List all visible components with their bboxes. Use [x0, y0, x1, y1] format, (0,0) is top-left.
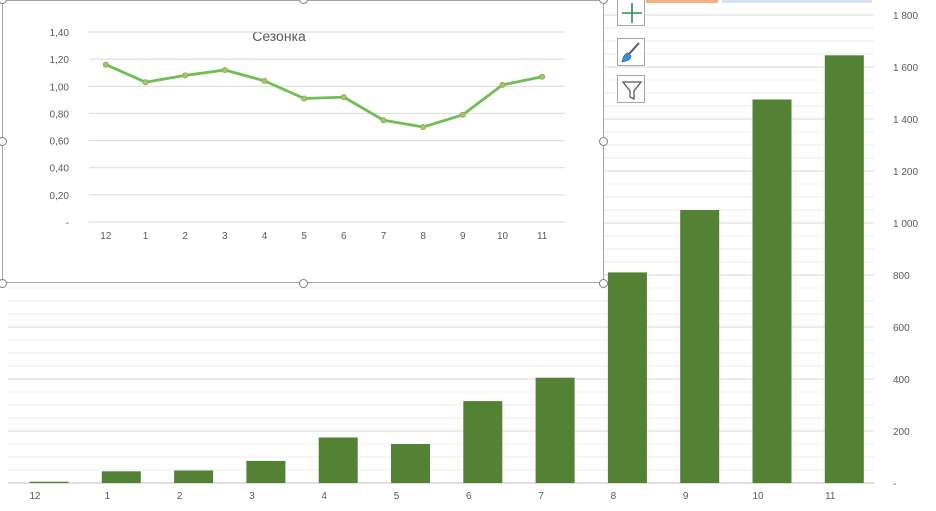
y-tick-label: 1 400 [893, 115, 918, 126]
x-tick-label: 3 [222, 231, 228, 242]
seasonality-line-chart: Сезонка-0,200,400,600,801,001,201,4012 1 2… [50, 28, 565, 242]
resize-handle-middle-right[interactable] [599, 137, 608, 146]
data-point [182, 72, 189, 79]
y-tick-label: 0,40 [50, 164, 70, 175]
data-point [539, 73, 546, 80]
x-tick-label: 1 [105, 491, 111, 502]
bar [535, 377, 575, 483]
y-tick-label: 1,00 [50, 82, 70, 93]
chart-title: Сезонка [252, 28, 306, 44]
data-point [499, 81, 506, 88]
seasonality-chart-frame[interactable]: Сезонка -0,20 0,40 0,60 0,80 1,00 1,20 1,40 12 1 2… [2, 0, 604, 283]
brush-icon [621, 42, 640, 63]
x-tick-label: 6 [466, 491, 472, 502]
x-tick-label: 8 [611, 491, 617, 502]
x-tick-label: 2 [182, 231, 188, 242]
bar [752, 99, 792, 483]
data-point [380, 117, 387, 124]
y-tick-label: 200 [893, 427, 910, 438]
y-tick-label: 600 [893, 323, 910, 334]
bar [174, 470, 214, 483]
y-tick-label: 1 800 [893, 11, 918, 22]
x-tick-label: 11 [825, 491, 836, 502]
x-tick-label: 12 [29, 491, 41, 502]
data-point [340, 94, 347, 101]
x-tick-label: 11 [537, 231, 548, 242]
y-tick-label: 0,20 [50, 191, 70, 202]
chart-filters-button[interactable] [617, 75, 645, 103]
y-tick-label: 1 600 [893, 63, 918, 74]
y-tick-label: 400 [893, 375, 910, 386]
x-tick-label: 9 [460, 231, 466, 242]
bar [824, 55, 864, 484]
data-point [301, 95, 308, 102]
filter-icon [621, 81, 643, 101]
y-tick-label: 1 000 [893, 219, 918, 230]
x-tick-label: 1 [143, 231, 149, 242]
data-point [459, 111, 466, 118]
bar [246, 460, 286, 483]
y-tick-label: - [893, 479, 896, 490]
bar [680, 210, 720, 483]
data-point [420, 124, 427, 131]
plus-icon [622, 3, 642, 23]
y-tick-label: 0,60 [50, 137, 70, 148]
x-tick-label: 8 [420, 231, 426, 242]
chart-styles-button[interactable] [617, 38, 645, 66]
resize-handle-bottom-center[interactable] [299, 279, 308, 288]
bar [463, 401, 503, 483]
y-tick-label: - [66, 218, 69, 229]
data-point [261, 77, 268, 84]
bar [391, 444, 430, 483]
resize-handle-bottom-right[interactable] [599, 279, 608, 288]
y-tick-label: 800 [893, 271, 910, 282]
x-tick-label: 5 [394, 491, 400, 502]
bar [318, 437, 358, 483]
x-tick-label: 9 [683, 491, 689, 502]
x-tick-label: 10 [752, 491, 764, 502]
data-point [221, 67, 228, 74]
y-tick-label: 1,20 [50, 55, 70, 66]
bar [29, 481, 69, 483]
x-tick-label: 7 [538, 491, 544, 502]
x-tick-label: 4 [321, 491, 327, 502]
x-tick-label: 2 [177, 491, 183, 502]
x-tick-label: 7 [381, 231, 387, 242]
header-strip-blue [722, 0, 872, 3]
chart-elements-button[interactable] [617, 0, 645, 26]
x-tick-label: 4 [262, 231, 268, 242]
data-point [102, 61, 109, 68]
series-line [105, 63, 543, 129]
x-tick-label: 10 [497, 231, 509, 242]
x-tick-label: 5 [301, 231, 307, 242]
y-tick-label: 1,40 [50, 28, 70, 39]
data-point [142, 79, 149, 86]
bar [101, 471, 141, 483]
x-tick-label: 3 [249, 491, 255, 502]
header-strip-orange [646, 0, 718, 3]
x-tick-label: 12 [100, 231, 112, 242]
bar [607, 272, 647, 483]
x-tick-label: 6 [341, 231, 347, 242]
y-tick-label: 1 200 [893, 167, 918, 178]
y-tick-label: 0,80 [50, 109, 70, 120]
